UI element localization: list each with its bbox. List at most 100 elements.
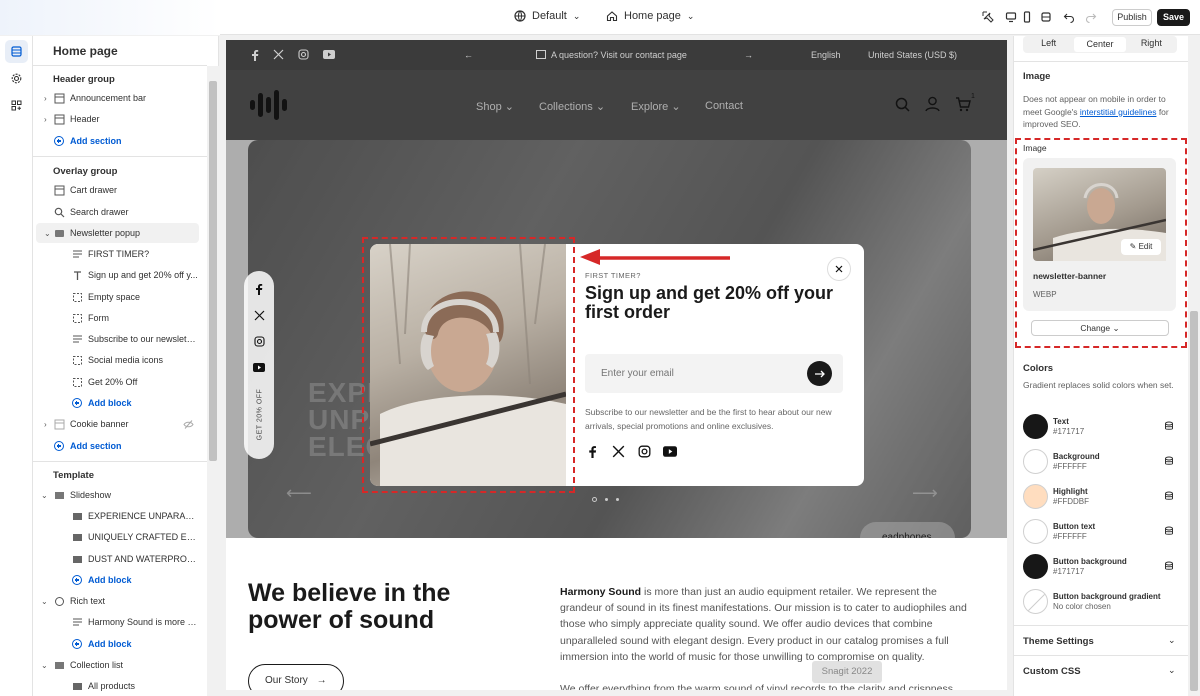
- colors-heading: Colors: [1023, 363, 1054, 374]
- youtube-icon[interactable]: [663, 445, 677, 458]
- color-swatch[interactable]: [1023, 484, 1048, 509]
- align-left-option[interactable]: Left: [1023, 36, 1074, 53]
- youtube-icon: [253, 363, 265, 372]
- apps-rail-button[interactable]: [5, 94, 28, 117]
- watermark: Snagit 2022: [812, 661, 882, 683]
- email-field[interactable]: [585, 354, 843, 393]
- inspector-icon[interactable]: [981, 10, 995, 24]
- globe-icon: [514, 10, 526, 22]
- block-social-media-icons[interactable]: Social media icons: [33, 350, 199, 370]
- sidebar-item-search-drawer[interactable]: Search drawer: [33, 202, 199, 222]
- instagram-icon: [298, 49, 309, 60]
- add-circle-icon: [72, 575, 82, 585]
- theme-selector[interactable]: Default ⌄: [514, 10, 580, 22]
- interstitial-guidelines-link[interactable]: interstitial guidelines: [1080, 107, 1157, 117]
- sidebar-item-label: Cart drawer: [70, 185, 118, 195]
- sidebar-item-cart-drawer[interactable]: Cart drawer: [33, 180, 199, 200]
- chevron-right-icon: ›: [44, 93, 47, 103]
- fullscreen-icon[interactable]: [1039, 10, 1053, 24]
- color-swatch[interactable]: [1023, 554, 1048, 579]
- database-icon[interactable]: [1164, 491, 1174, 501]
- color-name: Background: [1053, 452, 1100, 461]
- sidebar-item-slideshow[interactable]: ⌄ Slideshow: [33, 485, 199, 505]
- add-section-overlay-group[interactable]: Add section: [33, 436, 199, 456]
- block-first-timer[interactable]: FIRST TIMER?: [33, 244, 199, 264]
- sections-rail-button[interactable]: [5, 40, 28, 63]
- block-label: Form: [88, 313, 109, 323]
- database-icon[interactable]: [1164, 561, 1174, 571]
- block-sign-up-heading[interactable]: Sign up and get 20% off y...: [33, 265, 199, 285]
- block-get-20-off[interactable]: Get 20% Off: [33, 372, 199, 392]
- rich-text-block[interactable]: Harmony Sound is more th...: [33, 612, 199, 632]
- slide-item[interactable]: UNIQUELY CRAFTED EAR...: [33, 527, 199, 547]
- color-name: Button background gradient: [1053, 592, 1161, 601]
- sidebar-item-announcement-bar[interactable]: › Announcement bar: [33, 88, 199, 108]
- sidebar-item-label: Rich text: [70, 596, 106, 606]
- slide-item[interactable]: DUST AND WATERPROOF: [33, 549, 199, 569]
- close-popup-button[interactable]: [827, 257, 851, 281]
- chevron-down-icon: ⌄: [41, 490, 48, 500]
- scrollbar-thumb[interactable]: [1190, 311, 1198, 691]
- collection-block[interactable]: All products: [33, 676, 199, 696]
- add-section-header-group[interactable]: Add section: [33, 131, 199, 151]
- sidebar-item-collection-list[interactable]: ⌄ Collection list: [33, 655, 199, 675]
- page-selector[interactable]: Home page ⌄: [606, 10, 694, 22]
- database-icon[interactable]: [1164, 526, 1174, 536]
- color-swatch-empty[interactable]: [1023, 589, 1048, 614]
- eye-hidden-icon[interactable]: [183, 419, 194, 430]
- sidebar-item-label: Header: [70, 114, 100, 124]
- sidebar-item-cookie-banner[interactable]: › Cookie banner: [33, 414, 199, 434]
- settings-rail-button[interactable]: [5, 67, 28, 90]
- add-circle-icon: [54, 136, 64, 146]
- color-name: Text: [1053, 417, 1069, 426]
- save-button[interactable]: Save: [1157, 9, 1190, 26]
- color-swatch[interactable]: [1023, 449, 1048, 474]
- add-block-slideshow[interactable]: Add block: [33, 570, 199, 590]
- chevron-down-icon: ⌄: [41, 596, 48, 606]
- sidebar-item-header[interactable]: › Header: [33, 109, 199, 129]
- x-twitter-icon[interactable]: [612, 445, 625, 458]
- gear-icon: [11, 73, 22, 84]
- storefront-preview: ← A question? Visit our contact page → E…: [226, 40, 1007, 690]
- sidebar-item-label: Slideshow: [70, 490, 112, 500]
- block-form[interactable]: Form: [33, 308, 199, 328]
- arrow-right-icon: →: [316, 675, 327, 686]
- block-label: FIRST TIMER?: [88, 249, 150, 259]
- sidebar-item-newsletter-popup[interactable]: ⌄ Newsletter popup: [36, 223, 199, 243]
- chevron-down-icon: ⌄: [44, 228, 51, 238]
- database-icon[interactable]: [1164, 421, 1174, 431]
- database-icon[interactable]: [1164, 456, 1174, 466]
- redo-icon[interactable]: [1084, 10, 1098, 24]
- section-icon: [54, 419, 65, 429]
- block-subscribe-text[interactable]: Subscribe to our newslette...: [33, 329, 199, 349]
- sidebar-scrollbar[interactable]: [207, 66, 219, 696]
- custom-css-accordion[interactable]: Custom CSS ⌄: [1014, 655, 1200, 685]
- undo-icon[interactable]: [1062, 10, 1076, 24]
- facebook-icon[interactable]: [586, 445, 599, 458]
- mobile-view-icon[interactable]: [1020, 10, 1034, 24]
- theme-settings-accordion[interactable]: Theme Settings ⌄: [1014, 625, 1200, 655]
- desktop-view-icon[interactable]: [1004, 10, 1018, 24]
- settings-scrollbar[interactable]: [1188, 36, 1200, 696]
- facebook-icon: [256, 284, 263, 295]
- slide-label: DUST AND WATERPROOF: [88, 554, 198, 564]
- scrollbar-thumb[interactable]: [209, 81, 217, 461]
- add-section-label: Add section: [70, 136, 122, 146]
- add-block-rich-text[interactable]: Add block: [33, 634, 199, 654]
- add-block-popup[interactable]: Add block: [33, 393, 199, 413]
- block-empty-space[interactable]: Empty space: [33, 287, 199, 307]
- color-swatch[interactable]: [1023, 414, 1048, 439]
- align-right-option[interactable]: Right: [1126, 36, 1177, 53]
- sidebar-item-rich-text[interactable]: ⌄ Rich text: [33, 591, 199, 611]
- publish-button[interactable]: Publish: [1112, 9, 1152, 26]
- subscribe-submit-button[interactable]: [807, 361, 832, 386]
- section-icon: [54, 93, 65, 103]
- instagram-icon[interactable]: [638, 445, 651, 458]
- color-value: #171717: [1053, 567, 1085, 576]
- sections-sidebar: Home page Header group › Announcement ba…: [33, 36, 219, 696]
- slide-item[interactable]: EXPERIENCE UNPARALLELE...: [33, 506, 199, 526]
- collection-icon: [55, 661, 64, 669]
- align-center-option[interactable]: Center: [1074, 37, 1126, 52]
- color-swatch[interactable]: [1023, 519, 1048, 544]
- add-circle-icon: [72, 639, 82, 649]
